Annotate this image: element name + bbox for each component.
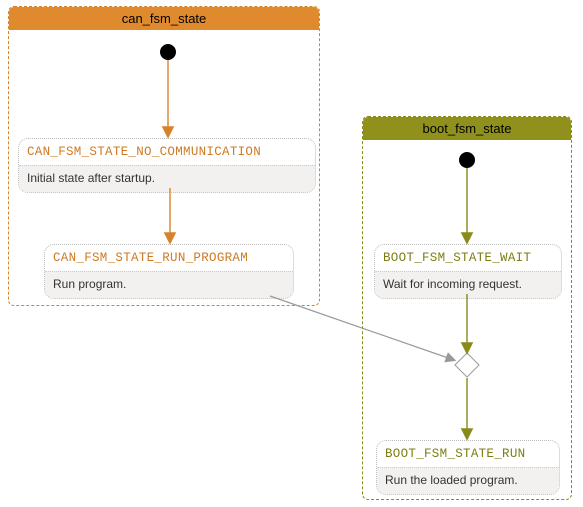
state-boot-run: BOOT_FSM_STATE_RUN Run the loaded progra…	[376, 440, 560, 495]
initial-state-can	[160, 44, 176, 60]
state-boot-wait: BOOT_FSM_STATE_WAIT Wait for incoming re…	[374, 244, 562, 299]
state-can-run-program: CAN_FSM_STATE_RUN_PROGRAM Run program.	[44, 244, 294, 299]
state-desc: Run the loaded program.	[377, 467, 559, 494]
state-title: CAN_FSM_STATE_NO_COMMUNICATION	[19, 139, 315, 165]
state-title: BOOT_FSM_STATE_RUN	[377, 441, 559, 467]
state-desc: Initial state after startup.	[19, 165, 315, 192]
state-can-no-communication: CAN_FSM_STATE_NO_COMMUNICATION Initial s…	[18, 138, 316, 193]
state-desc: Run program.	[45, 271, 293, 298]
state-title: CAN_FSM_STATE_RUN_PROGRAM	[45, 245, 293, 271]
state-title: BOOT_FSM_STATE_WAIT	[375, 245, 561, 271]
region-title-can: can_fsm_state	[9, 7, 319, 30]
initial-state-boot	[459, 152, 475, 168]
region-title-boot: boot_fsm_state	[363, 117, 571, 140]
state-desc: Wait for incoming request.	[375, 271, 561, 298]
